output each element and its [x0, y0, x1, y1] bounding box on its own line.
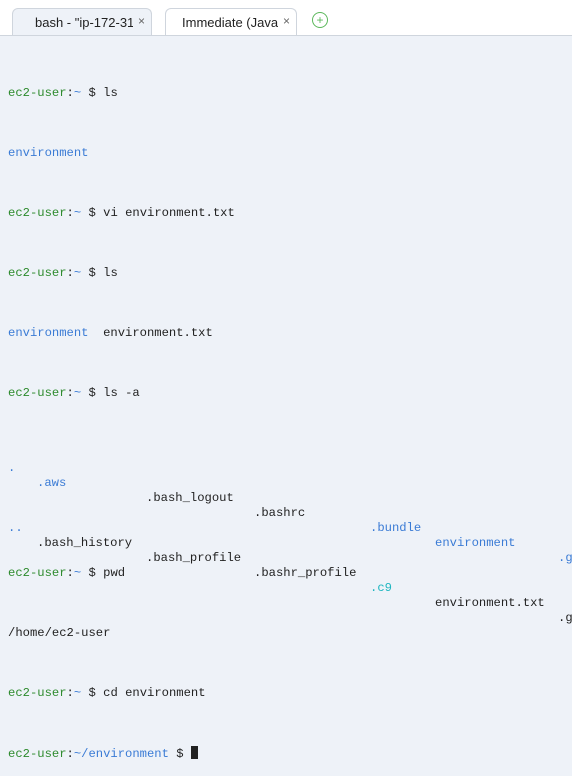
output-directory: .c9: [370, 581, 392, 595]
prompt-colon: :: [66, 747, 74, 761]
output-file: .bash_logout: [146, 491, 234, 505]
command-text: cd environment: [103, 686, 206, 700]
prompt-path: ~: [73, 686, 82, 700]
prompt-dollar: $: [168, 747, 191, 761]
output-directory: environment: [8, 146, 89, 160]
command-text: ls: [103, 266, 118, 280]
add-tab-icon[interactable]: +: [312, 12, 328, 28]
prompt-colon: :: [66, 686, 74, 700]
output-file: .bashr_profile: [254, 566, 357, 580]
terminal-output[interactable]: ec2-user:~ $ ls environment ec2-user:~ $…: [8, 41, 572, 761]
output-directory: ..: [8, 521, 23, 535]
prompt-colon: :: [66, 86, 74, 100]
terminal-line: environment environment.txt: [8, 326, 572, 341]
terminal-line: . .aws .bash_logout .bashrc .bundle envi…: [8, 446, 572, 565]
prompt-colon: :: [66, 386, 74, 400]
prompt-dollar: $: [81, 686, 104, 700]
terminal-line: ec2-user:~ $ ls -a: [8, 386, 572, 401]
output-file: .bash_profile: [146, 551, 242, 565]
command-text: pwd: [103, 566, 126, 580]
prompt-dollar: $: [81, 566, 104, 580]
terminal-line: .. .bash_history .bash_profile .bashr_pr…: [8, 506, 572, 625]
output-file: .g: [558, 611, 572, 625]
prompt-path: ~: [73, 566, 82, 580]
terminal-line: ec2-user:~ $ vi environment.txt: [8, 206, 572, 221]
terminal-line: /home/ec2-user: [8, 626, 572, 641]
output-directory: .aws: [37, 476, 67, 490]
output-directory: .: [8, 461, 16, 475]
output-text: /home/ec2-user: [8, 626, 111, 640]
prompt-dollar: $: [81, 206, 104, 220]
prompt-user: ec2-user: [8, 86, 67, 100]
terminal-line: ec2-user:~ $ ls: [8, 266, 572, 281]
output-file: .bash_history: [37, 536, 133, 550]
tab-immediate-label: Immediate (Javas: [182, 15, 278, 30]
command-text: ls: [103, 86, 118, 100]
prompt-user: ec2-user: [8, 386, 67, 400]
command-text: vi environment.txt: [103, 206, 235, 220]
close-icon[interactable]: ×: [283, 14, 290, 28]
prompt-dollar: $: [81, 386, 104, 400]
close-icon[interactable]: ×: [138, 14, 145, 28]
output-directory: .bundle: [370, 521, 422, 535]
prompt-colon: :: [66, 266, 74, 280]
tab-bar: bash - "ip-172-31 × Immediate (Javas × +: [0, 0, 572, 36]
prompt-user: ec2-user: [8, 686, 67, 700]
output-directory: environment: [8, 326, 89, 340]
command-text: ls -a: [103, 386, 140, 400]
output-file: environment.txt: [103, 326, 213, 340]
terminal-line: ec2-user:~ $ ls: [8, 86, 572, 101]
terminal-line: ec2-user:~/environment $: [8, 746, 572, 761]
prompt-colon: :: [66, 566, 74, 580]
terminal-line: ec2-user:~ $ cd environment: [8, 686, 572, 701]
output-directory: environment: [435, 536, 516, 550]
prompt-dollar: $: [81, 266, 104, 280]
prompt-dollar: $: [81, 86, 104, 100]
output-directory: .g: [558, 551, 572, 565]
tab-bash[interactable]: bash - "ip-172-31 ×: [12, 8, 152, 35]
prompt-colon: :: [66, 206, 74, 220]
tab-immediate[interactable]: Immediate (Javas ×: [165, 8, 297, 35]
terminal-cursor: [190, 746, 198, 759]
prompt-user: ec2-user: [8, 266, 67, 280]
terminal-line: environment: [8, 146, 572, 161]
output-file: environment.txt: [435, 596, 545, 610]
prompt-user: ec2-user: [8, 747, 67, 761]
prompt-path: ~/environment: [73, 747, 169, 761]
prompt-user: ec2-user: [8, 206, 67, 220]
tab-bash-label: bash - "ip-172-31: [35, 15, 133, 30]
